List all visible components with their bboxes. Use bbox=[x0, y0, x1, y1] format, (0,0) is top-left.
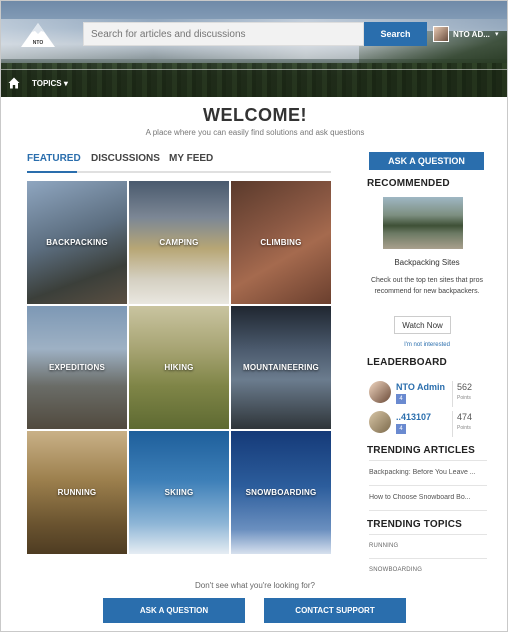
user-avatar[interactable] bbox=[433, 26, 449, 42]
tile-label: CLIMBING bbox=[260, 238, 302, 247]
tile-label: CAMPING bbox=[159, 238, 199, 247]
feed-tabs: FEATURED DISCUSSIONS MY FEED bbox=[27, 153, 331, 173]
avatar[interactable] bbox=[369, 411, 391, 433]
not-interested-link[interactable]: I'm not interested bbox=[367, 342, 487, 348]
tile-label: MOUNTAINEERING bbox=[243, 363, 319, 372]
topic-tile-grid: BACKPACKING CAMPING CLIMBING EXPEDITIONS… bbox=[27, 181, 331, 555]
search-button[interactable]: Search bbox=[364, 22, 427, 46]
tile-label: SKIING bbox=[164, 488, 194, 497]
points-label: Points bbox=[457, 395, 471, 401]
user-menu-name[interactable]: NTO AD... bbox=[453, 30, 490, 39]
leaderboard-heading: LEADERBOARD bbox=[367, 357, 447, 368]
tile-expeditions[interactable]: EXPEDITIONS bbox=[27, 306, 127, 429]
chevron-down-icon: ▾ bbox=[63, 79, 68, 88]
avatar[interactable] bbox=[369, 381, 391, 403]
tile-running[interactable]: RUNNING bbox=[27, 431, 127, 554]
ask-question-bottom-button[interactable]: ASK A QUESTION bbox=[103, 598, 245, 623]
watch-now-button[interactable]: Watch Now bbox=[394, 316, 451, 334]
search-field[interactable] bbox=[83, 22, 364, 46]
leader-points: 474 bbox=[457, 412, 473, 422]
leaderboard-row: NTO Admin 4 562 Points bbox=[369, 381, 487, 411]
tile-label: BACKPACKING bbox=[46, 238, 108, 247]
recommended-heading: RECOMMENDED bbox=[367, 178, 450, 189]
trending-topic-link[interactable]: SNOWBOARDING bbox=[369, 567, 422, 573]
community-page: NTO Search NTO AD... ▾ TOPICS ▾ WELCOME!… bbox=[0, 0, 508, 632]
ask-question-button[interactable]: ASK A QUESTION bbox=[369, 152, 484, 170]
points-label: Points bbox=[457, 425, 471, 431]
tile-label: EXPEDITIONS bbox=[49, 363, 105, 372]
tab-featured[interactable]: FEATURED bbox=[27, 153, 81, 173]
trending-article-link[interactable]: How to Choose Snowboard Bo... bbox=[369, 494, 487, 501]
tile-label: RUNNING bbox=[57, 488, 97, 497]
recommended-thumbnail[interactable] bbox=[383, 197, 463, 249]
tile-mountaineering[interactable]: MOUNTAINEERING bbox=[231, 306, 331, 429]
trending-topic-link[interactable]: RUNNING bbox=[369, 543, 398, 549]
tile-hiking[interactable]: HIKING bbox=[129, 306, 229, 429]
help-prompt: Don't see what you're looking for? bbox=[194, 581, 315, 590]
leaderboard-row: ..413107 4 474 Points bbox=[369, 411, 487, 441]
leader-points: 562 bbox=[457, 382, 473, 392]
badge-icon: 4 bbox=[396, 424, 406, 434]
topics-menu[interactable]: TOPICS ▾ bbox=[32, 79, 68, 88]
topics-label: TOPICS bbox=[32, 79, 62, 88]
tile-label: SNOWBOARDING bbox=[245, 488, 317, 497]
topic-nav: TOPICS ▾ bbox=[1, 69, 507, 97]
tab-my-feed[interactable]: MY FEED bbox=[169, 153, 213, 171]
leader-name[interactable]: ..413107 bbox=[396, 412, 431, 422]
contact-support-button[interactable]: CONTACT SUPPORT bbox=[264, 598, 406, 623]
tile-label: HIKING bbox=[164, 363, 194, 372]
badge-icon: 4 bbox=[396, 394, 406, 404]
chevron-down-icon[interactable]: ▾ bbox=[495, 30, 499, 38]
trending-topics-heading: TRENDING TOPICS bbox=[367, 519, 463, 530]
tile-skiing[interactable]: SKIING bbox=[129, 431, 229, 554]
recommended-description: Check out the top ten sites that pros re… bbox=[370, 277, 484, 295]
search-input[interactable] bbox=[84, 23, 363, 45]
tile-camping[interactable]: CAMPING bbox=[129, 181, 229, 304]
nto-logo[interactable]: NTO bbox=[19, 21, 57, 49]
tile-backpacking[interactable]: BACKPACKING bbox=[27, 181, 127, 304]
home-icon[interactable] bbox=[8, 77, 20, 89]
logo-text: NTO bbox=[33, 40, 44, 46]
page-title: WELCOME! bbox=[203, 105, 307, 125]
recommended-title: Backpacking Sites bbox=[394, 258, 460, 267]
trending-articles-heading: TRENDING ARTICLES bbox=[367, 445, 476, 456]
tab-discussions[interactable]: DISCUSSIONS bbox=[91, 153, 160, 171]
trending-article-link[interactable]: Backpacking: Before You Leave ... bbox=[369, 469, 487, 476]
page-subtitle: A place where you can easily find soluti… bbox=[145, 128, 365, 137]
tile-climbing[interactable]: CLIMBING bbox=[231, 181, 331, 304]
tile-snowboarding[interactable]: SNOWBOARDING bbox=[231, 431, 331, 554]
leader-name[interactable]: NTO Admin bbox=[396, 382, 445, 392]
